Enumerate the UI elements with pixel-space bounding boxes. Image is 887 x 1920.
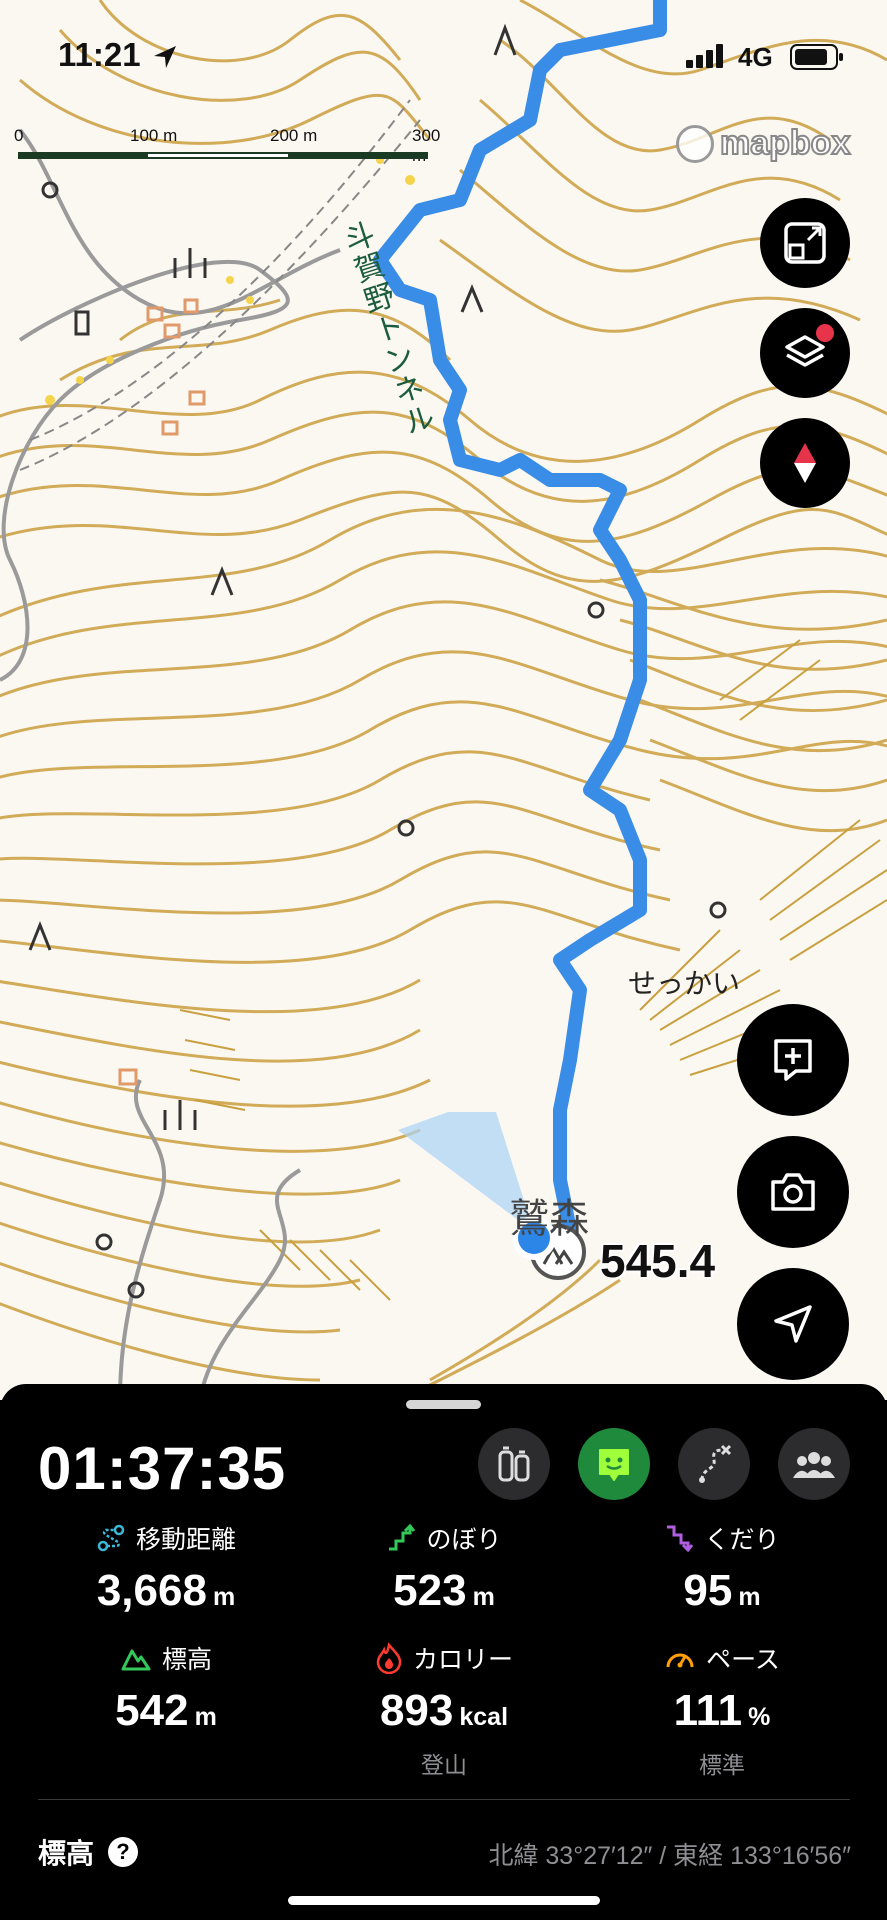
camera-button[interactable]	[737, 1136, 849, 1248]
expand-icon	[784, 222, 826, 264]
status-bar: 11:21 4G	[0, 0, 887, 110]
route-icon	[699, 1444, 732, 1483]
panel-divider	[38, 1799, 850, 1800]
gear-items-button[interactable]	[478, 1428, 550, 1500]
help-icon[interactable]: ?	[108, 1837, 139, 1867]
stat-unit: %	[748, 1703, 771, 1731]
stat-unit: m	[472, 1583, 495, 1611]
mapbox-circle-icon	[676, 124, 714, 163]
mountain-icon	[121, 1649, 151, 1671]
compass-icon	[794, 443, 816, 483]
coordinates-readout: 北緯 33°27′12″ / 東経 133°16′56″	[488, 1842, 851, 1870]
route-button[interactable]	[678, 1428, 750, 1500]
scale-bar-segment	[148, 152, 288, 159]
stat-label: 移動距離	[135, 1526, 236, 1554]
stat-sub: 標準	[699, 1752, 745, 1778]
stat-value: 542	[115, 1686, 189, 1735]
status-time: 11:21	[58, 36, 141, 73]
fire-icon	[376, 1642, 402, 1674]
map-view[interactable]: 0 100 m 200 m 300 m mapbox 斗賀野トンネル せっかい …	[0, 0, 887, 1400]
map-scale: 0 100 m 200 m 300 m	[14, 126, 454, 166]
stat-elevation: 標高 542 m	[36, 1640, 296, 1736]
scale-label-300: 300 m	[412, 126, 441, 165]
mapbox-wordmark: mapbox	[719, 123, 851, 163]
home-indicator[interactable]	[288, 1896, 600, 1905]
stat-unit: m	[212, 1583, 236, 1611]
stat-unit: m	[194, 1703, 217, 1731]
sheet-grabber[interactable]	[406, 1400, 481, 1409]
stat-label: ペース	[706, 1646, 780, 1674]
camera-icon	[771, 1173, 815, 1211]
stat-distance: 移動距離 3,668 m	[36, 1520, 296, 1616]
stat-value: 111	[673, 1686, 743, 1735]
stat-sub: 登山	[421, 1752, 467, 1778]
scale-label-0: 0	[14, 126, 24, 145]
mapbox-logo: mapbox	[676, 123, 851, 163]
stat-value: 893	[379, 1686, 454, 1735]
scale-bar-segment	[18, 152, 148, 159]
elapsed-timer: 01:37:35	[38, 1435, 287, 1502]
smile-face-icon	[599, 1449, 629, 1481]
scale-label-100: 100 m	[130, 126, 178, 145]
descent-icon	[667, 1525, 694, 1553]
stat-pace: ペース 111% 標準	[592, 1640, 852, 1780]
location-arrow-icon	[774, 1305, 812, 1343]
stat-label: くだり	[704, 1526, 780, 1554]
stat-unit: kcal	[459, 1703, 509, 1731]
peak-name-label: 鷲森	[509, 1197, 589, 1241]
current-location-button[interactable]	[737, 1268, 849, 1380]
distance-icon	[97, 1524, 125, 1552]
stat-descent: くだり 95 m	[592, 1520, 852, 1616]
stat-value: 523	[393, 1566, 467, 1615]
stat-label: カロリー	[412, 1646, 513, 1674]
stat-unit: m	[738, 1583, 761, 1611]
gear-items-icon	[498, 1446, 530, 1482]
elevation-title-text: 標高	[38, 1838, 95, 1869]
elevation-section-title: 標高 ?	[38, 1832, 139, 1872]
battery-icon	[790, 44, 843, 70]
stat-label: 標高	[161, 1646, 212, 1674]
peak-elevation-label: 545.4	[600, 1235, 716, 1287]
stat-calories: カロリー 893 kcal 登山	[314, 1640, 574, 1780]
stat-value: 95	[683, 1566, 733, 1615]
layers-button[interactable]	[760, 308, 850, 398]
scale-label-200: 200 m	[270, 126, 318, 145]
layers-badge	[816, 324, 834, 342]
speed-icon	[666, 1653, 694, 1668]
stat-value: 3,668	[96, 1566, 207, 1615]
stat-label: のぼり	[426, 1526, 502, 1554]
compass-button[interactable]	[760, 418, 850, 508]
activity-panel: 01:37:35 移動距離 3,668 m のぼり 523 m くだり 95 m…	[0, 1384, 887, 1920]
stat-ascent: のぼり 523 m	[314, 1520, 574, 1616]
group-icon	[793, 1452, 835, 1478]
cellular-signal-icon	[686, 44, 723, 68]
network-type: 4G	[738, 42, 773, 72]
ascent-icon	[389, 1523, 416, 1551]
add-note-button[interactable]	[737, 1004, 849, 1116]
scale-bar-segment	[288, 152, 428, 159]
place-label: せっかい	[628, 968, 741, 999]
add-note-icon	[774, 1039, 812, 1081]
location-services-icon	[154, 46, 176, 68]
smile-face-button[interactable]	[578, 1428, 650, 1500]
expand-button[interactable]	[760, 198, 850, 288]
group-button[interactable]	[778, 1428, 850, 1500]
